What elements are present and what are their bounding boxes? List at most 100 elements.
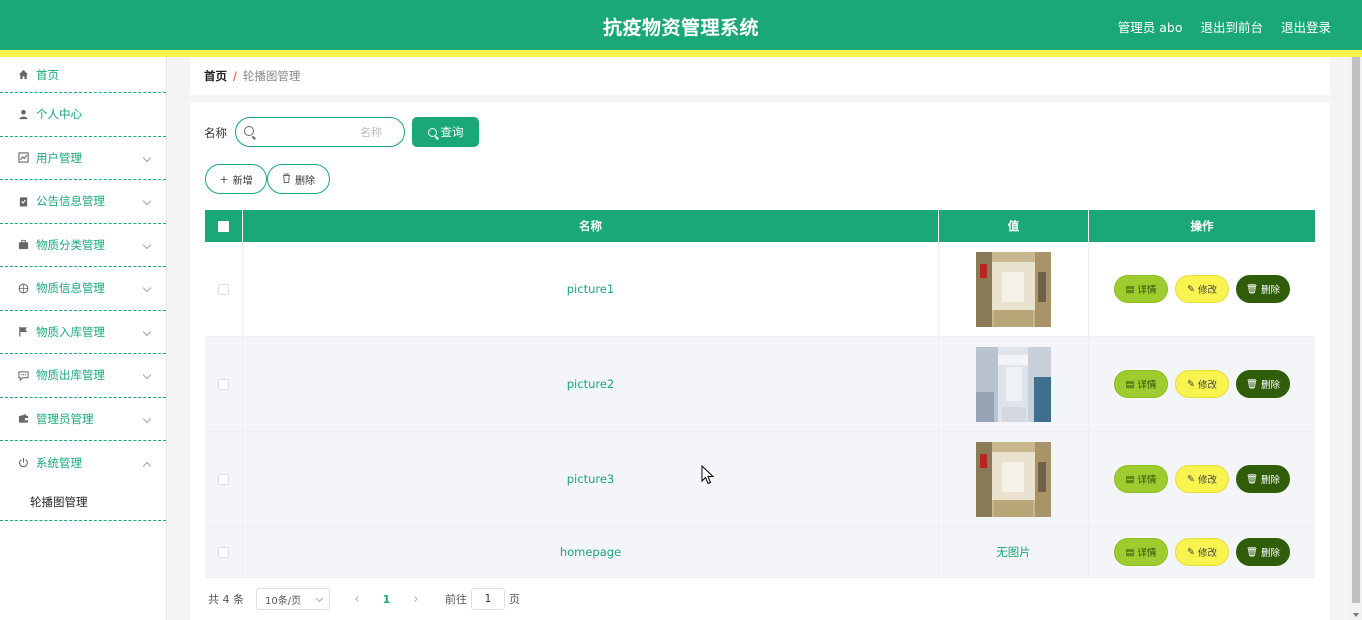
chevron-down-icon (142, 197, 152, 206)
mouse-cursor-icon (701, 465, 715, 485)
next-page-button[interactable]: › (401, 592, 431, 607)
sidebar-item-stock-in[interactable]: 物质入库管理 (0, 311, 166, 354)
batch-delete-button-label: 删除 (295, 175, 315, 187)
sidebar-item-stock-out[interactable]: 物质出库管理 (0, 354, 166, 398)
sidebar-item-notices[interactable]: 公告信息管理 (0, 180, 166, 224)
table-row: picture2 ▤ 详情 ✎ 修改 🗑 删除 (205, 337, 1315, 432)
row-name: picture2 (566, 377, 615, 391)
sidebar-item-label: 管理员管理 (36, 411, 94, 426)
pencil-icon: ✎ (1187, 546, 1195, 558)
delete-button[interactable]: 🗑 删除 (1236, 465, 1290, 493)
sidebar-item-admins[interactable]: 管理员管理 (0, 398, 166, 441)
sidebar-item-material-info[interactable]: 物质信息管理 (0, 267, 166, 311)
goto-label: 前往 (445, 593, 467, 606)
row-checkbox[interactable] (218, 378, 229, 390)
search-field[interactable] (235, 117, 405, 147)
main-content: 名称 查询 + 新增 删除 名称 值 操作 picture1 (190, 102, 1330, 620)
user-icon (18, 109, 29, 120)
breadcrumb-current: 轮播图管理 (242, 69, 301, 83)
row-name: picture3 (566, 472, 615, 486)
row-checkbox[interactable] (218, 283, 229, 295)
batch-delete-button[interactable]: 删除 (267, 164, 330, 194)
table-header: 名称 值 操作 (205, 210, 1315, 242)
delete-button-label: 删除 (1261, 285, 1281, 296)
prev-page-button[interactable]: ‹ (342, 592, 372, 607)
search-input[interactable] (262, 118, 382, 146)
edit-button-label: 修改 (1197, 475, 1217, 486)
select-all-checkbox[interactable] (218, 220, 229, 232)
edit-button[interactable]: ✎ 修改 (1175, 538, 1229, 566)
goto-page-input[interactable] (471, 588, 505, 610)
delete-button[interactable]: 🗑 删除 (1236, 370, 1290, 398)
edit-button[interactable]: ✎ 修改 (1175, 465, 1229, 493)
search-icon (244, 126, 254, 136)
breadcrumb-home[interactable]: 首页 (204, 68, 227, 84)
sidebar-item-system[interactable]: 系统管理 (0, 441, 166, 485)
row-thumbnail[interactable] (976, 251, 1051, 327)
no-image-text: 无图片 (996, 545, 1031, 559)
sidebar-item-label: 物质分类管理 (36, 237, 105, 252)
row-thumbnail[interactable] (976, 441, 1051, 517)
sidebar-item-home[interactable]: 首页 (0, 57, 166, 93)
delete-button[interactable]: 🗑 删除 (1236, 538, 1290, 566)
logout-link[interactable]: 退出登录 (1281, 17, 1331, 36)
pencil-icon: ✎ (1187, 473, 1195, 485)
delete-button[interactable]: 🗑 删除 (1236, 275, 1290, 303)
scroll-down-arrow-icon[interactable] (1353, 613, 1359, 617)
sidebar-item-label: 物质出库管理 (36, 368, 105, 383)
detail-button[interactable]: ▤ 详情 (1114, 538, 1168, 566)
header-select-all[interactable] (205, 210, 243, 242)
sidebar-subitem-carousel[interactable]: 轮播图管理 (0, 485, 166, 521)
sidebar: 首页 个人中心 用户管理 公告信息管理 物质分类管理 物质信息管理 物质入库管理… (0, 57, 167, 620)
exit-to-front-link[interactable]: 退出到前台 (1200, 17, 1263, 36)
delete-button-label: 删除 (1261, 548, 1281, 559)
page-size-select[interactable]: 10条/页 (256, 588, 330, 610)
add-button-label: 新增 (232, 175, 253, 187)
data-table: 名称 值 操作 picture1 ▤ 详情 ✎ 修改 🗑 删除 picture2… (205, 210, 1315, 578)
edit-button[interactable]: ✎ 修改 (1175, 275, 1229, 303)
power-icon (18, 457, 29, 468)
page-scrollbar[interactable] (1350, 57, 1362, 620)
doc-icon: ▤ (1125, 378, 1135, 390)
sidebar-item-categories[interactable]: 物质分类管理 (0, 224, 166, 267)
sidebar-item-label: 首页 (36, 67, 59, 82)
detail-button[interactable]: ▤ 详情 (1114, 275, 1168, 303)
row-checkbox[interactable] (218, 473, 229, 485)
add-button[interactable]: + 新增 (205, 164, 267, 194)
header-links: 管理员 abo 退出到前台 退出登录 (1118, 17, 1331, 36)
home-icon (18, 69, 29, 80)
detail-button[interactable]: ▤ 详情 (1114, 465, 1168, 493)
admin-name-link[interactable]: 管理员 abo (1118, 17, 1183, 36)
row-checkbox[interactable] (218, 546, 229, 558)
trash-icon: 🗑 (1245, 473, 1259, 485)
header-name: 名称 (243, 210, 939, 242)
edit-button-label: 修改 (1197, 548, 1217, 559)
edit-button-label: 修改 (1197, 285, 1217, 296)
pencil-icon: ✎ (1187, 378, 1195, 390)
chat-icon (18, 370, 29, 381)
sidebar-item-label: 公告信息管理 (36, 194, 105, 209)
chevron-down-icon (315, 594, 324, 603)
page-number-current[interactable]: 1 (372, 593, 401, 606)
detail-button[interactable]: ▤ 详情 (1114, 370, 1168, 398)
header-value: 值 (939, 210, 1089, 242)
trash-icon: 🗑 (1245, 378, 1259, 390)
sidebar-item-label: 用户管理 (36, 150, 82, 165)
plus-icon: + (219, 172, 229, 186)
chart-icon (18, 152, 29, 163)
clipboard-icon (18, 196, 29, 207)
sidebar-item-profile[interactable]: 个人中心 (0, 93, 166, 137)
breadcrumb: 首页 / 轮播图管理 (190, 57, 1330, 95)
trash-icon (282, 173, 291, 186)
edit-button[interactable]: ✎ 修改 (1175, 370, 1229, 398)
query-button[interactable]: 查询 (412, 117, 479, 147)
row-thumbnail[interactable] (976, 346, 1051, 422)
wallet-icon (18, 413, 29, 424)
flag-icon (18, 326, 29, 337)
table-row: picture1 ▤ 详情 ✎ 修改 🗑 删除 (205, 242, 1315, 337)
detail-button-label: 详情 (1137, 548, 1157, 559)
breadcrumb-separator: / (233, 69, 237, 83)
scrollbar-thumb[interactable] (1352, 57, 1360, 603)
chevron-down-icon (142, 371, 152, 380)
sidebar-item-users[interactable]: 用户管理 (0, 137, 166, 180)
